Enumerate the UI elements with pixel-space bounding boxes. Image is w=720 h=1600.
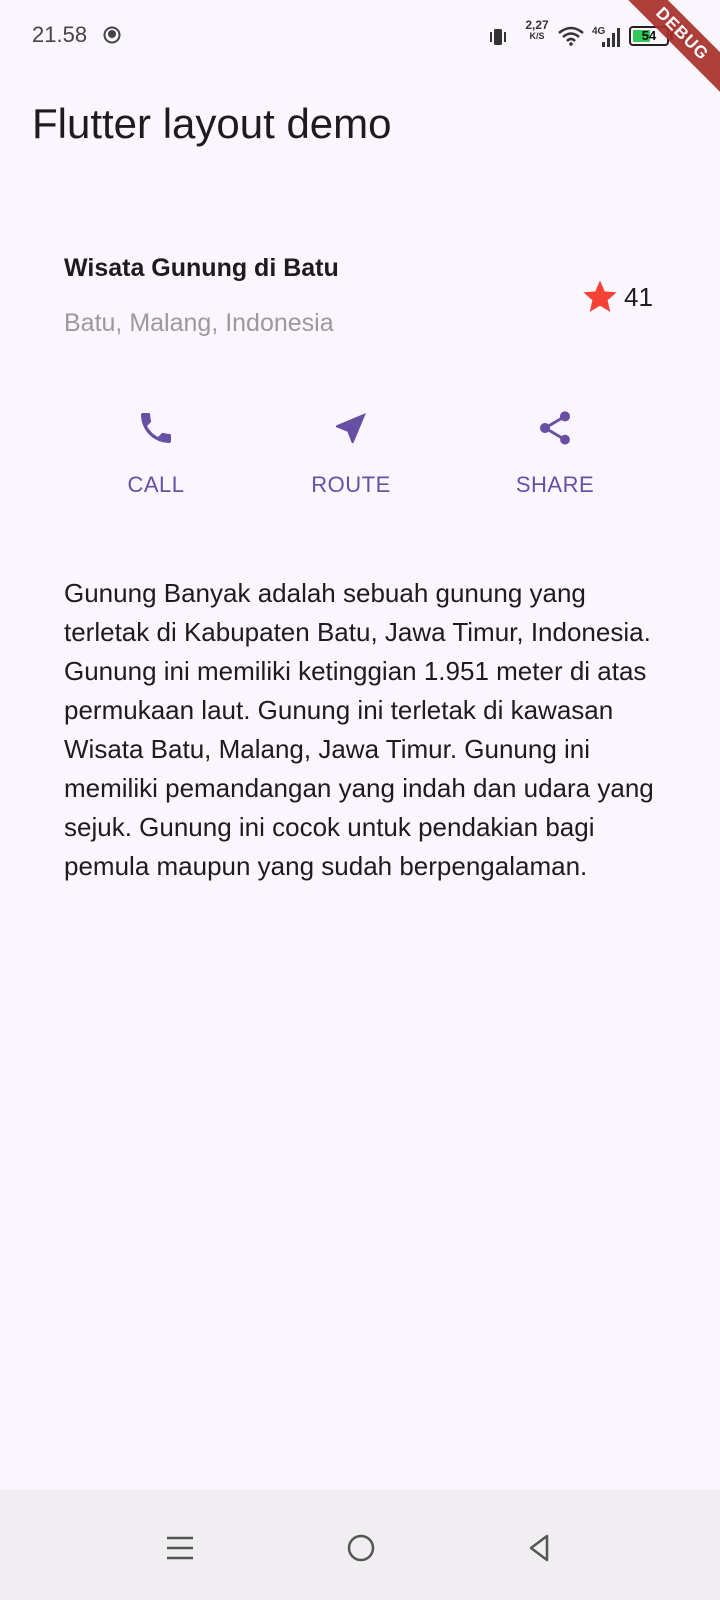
place-location: Batu, Malang, Indonesia — [64, 309, 334, 337]
route-button[interactable]: ROUTE — [271, 408, 431, 498]
page-title: Flutter layout demo — [32, 100, 392, 147]
route-label: ROUTE — [311, 472, 391, 497]
vibrate-icon — [490, 29, 506, 45]
phone-icon — [141, 413, 171, 443]
net-speed-unit: K/S — [529, 31, 545, 41]
share-label: SHARE — [515, 472, 595, 497]
description-text: Gunung Banyak adalah sebuah gunung yang … — [64, 578, 654, 881]
home-icon[interactable] — [345, 1532, 377, 1564]
share-button[interactable]: SHARE — [475, 408, 635, 498]
back-icon[interactable] — [524, 1532, 556, 1564]
star-icon — [583, 280, 617, 312]
recent-apps-icon[interactable] — [164, 1532, 196, 1564]
place-name: Wisata Gunung di Batu — [64, 254, 339, 282]
call-button[interactable]: CALL — [76, 408, 236, 498]
share-icon — [540, 411, 570, 445]
cell-signal-icon: 4G — [592, 26, 620, 47]
net-speed-value: 2,27 — [525, 18, 549, 32]
wifi-icon — [558, 26, 584, 46]
network-type: 4G — [592, 26, 606, 37]
notification-face-icon — [103, 26, 121, 44]
near-me-icon — [336, 413, 366, 443]
call-label: CALL — [127, 472, 185, 497]
rating-count: 41 — [624, 281, 653, 312]
system-nav-bar — [0, 1490, 720, 1600]
net-speed: 2,27 K/S — [522, 18, 552, 42]
rating: 41 — [580, 280, 653, 314]
status-time: 21.58 — [32, 22, 88, 47]
status-bar: 21.58 2,27 K/S 4G 54 — [0, 0, 720, 72]
